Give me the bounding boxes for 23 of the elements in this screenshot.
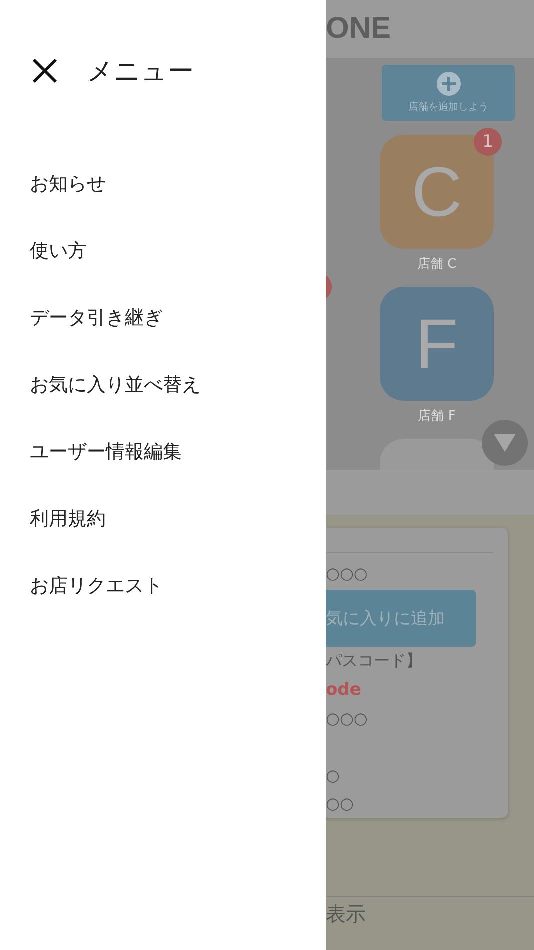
- plus-icon: [436, 72, 460, 96]
- menu-item[interactable]: 使い方: [0, 217, 87, 284]
- menu-item[interactable]: 利用規約: [0, 485, 106, 552]
- store-name: 店舗 F: [418, 408, 456, 425]
- card-text: ○: [326, 764, 340, 787]
- close-button[interactable]: [31, 57, 59, 85]
- menu-item[interactable]: お店リクエスト: [0, 552, 163, 619]
- menu-item[interactable]: お知らせ: [0, 150, 106, 217]
- menu-title: メニュー: [87, 56, 194, 88]
- notification-badge: 1: [474, 128, 502, 156]
- menu-item[interactable]: ユーザー情報編集: [0, 418, 182, 485]
- card-text: パスコード】: [326, 650, 422, 672]
- scroll-down-button[interactable]: [482, 420, 528, 466]
- card-text: ○○○: [326, 708, 368, 730]
- passcode-text: ode: [326, 678, 362, 702]
- card-text: ○○: [326, 793, 354, 816]
- footer-text: 表示: [326, 901, 366, 928]
- menu-item[interactable]: お気に入り並べ替え: [0, 351, 201, 418]
- triangle-down-icon: [494, 434, 516, 452]
- card-text: ○○○: [326, 562, 368, 585]
- store-name: 店舗 C: [417, 256, 457, 273]
- app-title: ONE: [326, 12, 392, 46]
- menu-item[interactable]: データ引き継ぎ: [0, 284, 163, 351]
